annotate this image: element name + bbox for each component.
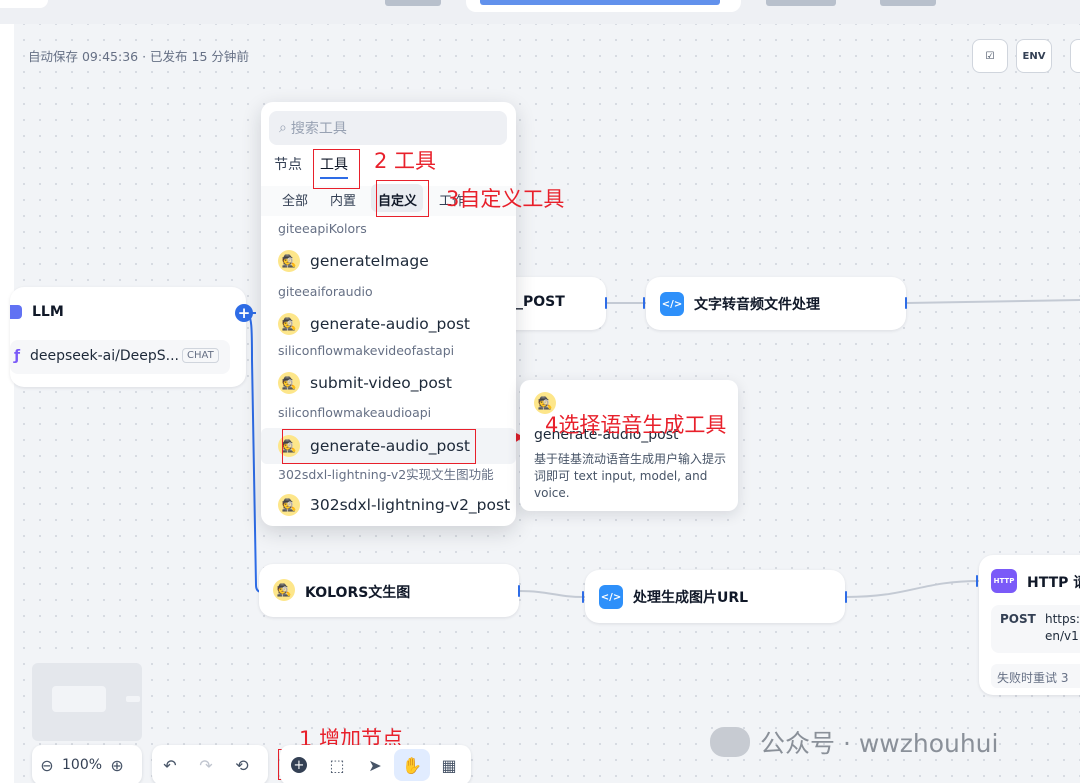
http-url-cont: en/v1 — [1045, 629, 1079, 643]
http-title: HTTP 请 — [1027, 575, 1080, 591]
annotation-box — [313, 149, 360, 189]
zoom-in-icon[interactable]: ⊕ — [102, 745, 132, 783]
tab-nodes[interactable]: 节点 — [274, 154, 302, 174]
spy-avatar-icon: 🕵 — [278, 250, 300, 272]
kolors-node[interactable]: 🕵 KOLORS文生图 — [259, 564, 519, 617]
group-label: giteeapiKolors — [278, 221, 367, 236]
tool-search-input[interactable]: ⌕ 搜索工具 — [269, 111, 507, 145]
spy-avatar-icon: 🕵 — [278, 494, 300, 516]
pointer-icon[interactable]: ➤ — [356, 745, 394, 783]
group-label: 302sdxl-lightning-v2实现文生图功能 — [278, 467, 494, 482]
wechat-icon — [710, 727, 750, 757]
history-control: ↶ ↷ ⟲ — [152, 745, 268, 783]
image-url-title: 处理生成图片URL — [633, 590, 749, 606]
input-port[interactable] — [976, 575, 978, 587]
tool-name: 302sdxl-lightning-v2_post — [310, 496, 511, 514]
tool-tooltip: 🕵 generate-audio_post 基于硅基流动语音生成用户输入提示词即… — [520, 380, 738, 511]
kolors-title: KOLORS文生图 — [305, 585, 411, 601]
add-note-icon[interactable]: ⬚ — [318, 745, 356, 783]
tool-item[interactable]: 🕵 302sdxl-lightning-v2_post — [261, 487, 516, 523]
canvas-tools: + ⬚ ➤ ✋ ▦ — [280, 745, 471, 783]
llm-model-name: deepseek-ai/DeepS... — [30, 348, 179, 364]
input-port[interactable] — [582, 591, 584, 603]
spy-avatar-icon: 🕵 — [278, 313, 300, 335]
redo-icon[interactable]: ↷ — [188, 745, 224, 783]
annotation-3: 3自定义工具 — [446, 187, 565, 211]
http-method: POST — [1000, 612, 1036, 626]
group-label: giteeaiforaudio — [278, 284, 373, 299]
output-port[interactable] — [518, 585, 520, 597]
zoom-out-icon[interactable]: ⊖ — [32, 745, 62, 783]
add-node-plus-icon[interactable]: + — [235, 304, 253, 322]
chip-builtin[interactable]: 内置 — [330, 190, 356, 209]
audio-post-title: _POST — [516, 294, 565, 310]
http-url: https: — [1045, 612, 1080, 626]
input-port[interactable] — [643, 297, 645, 309]
code-icon: </> — [660, 292, 684, 316]
output-port[interactable] — [605, 297, 607, 309]
retry-box: 失败时重试 3 — [991, 664, 1080, 688]
history-icon[interactable]: ⟲ — [224, 745, 260, 783]
llm-model-box[interactable]: ƒ deepseek-ai/DeepS... CHAT — [10, 340, 230, 374]
tts-title: 文字转音频文件处理 — [694, 297, 820, 313]
tool-name: submit-video_post — [310, 374, 452, 392]
undo-icon[interactable]: ↶ — [152, 745, 188, 783]
chip-all[interactable]: 全部 — [282, 190, 308, 209]
zoom-level: 100% — [62, 757, 103, 773]
annotation-2: 2 工具 — [374, 149, 437, 173]
retry-text: 失败时重试 3 — [997, 671, 1069, 685]
spy-avatar-icon: 🕵 — [278, 372, 300, 394]
llm-icon — [10, 305, 22, 319]
output-port[interactable] — [905, 297, 907, 309]
group-label: siliconflowmakevideofastapi — [278, 343, 455, 358]
auto-layout-icon[interactable]: ▦ — [430, 745, 468, 783]
watermark-text: 公众号 · wwzhouhui — [760, 729, 999, 758]
code-icon: </> — [599, 585, 623, 609]
tool-item[interactable]: 🕵 generate-audio_post — [261, 306, 516, 342]
zoom-control: ⊖ 100% ⊕ — [32, 745, 142, 783]
group-label: siliconflowmakeaudioapi — [278, 405, 432, 420]
model-icon: ƒ — [14, 348, 21, 364]
search-icon: ⌕ — [279, 120, 287, 136]
annotation-box — [376, 180, 429, 217]
llm-title: LLM — [32, 304, 64, 320]
chat-badge: CHAT — [182, 348, 219, 363]
annotation-box — [282, 429, 476, 464]
tool-name: generate-audio_post — [310, 315, 470, 333]
http-request-box[interactable]: POST https: en/v1 — [991, 605, 1080, 653]
llm-node[interactable]: LLM ƒ deepseek-ai/DeepS... CHAT — [10, 287, 246, 387]
tts-node[interactable]: </> 文字转音频文件处理 — [646, 277, 906, 330]
tool-item[interactable]: 🕵 submit-video_post — [261, 365, 516, 401]
image-url-node[interactable]: </> 处理生成图片URL — [585, 570, 845, 623]
http-node[interactable]: HTTP HTTP 请 POST https: en/v1 失败时重试 3 — [979, 555, 1080, 695]
minimap[interactable] — [32, 663, 142, 741]
search-placeholder: 搜索工具 — [290, 121, 347, 137]
output-port[interactable] — [845, 591, 847, 603]
http-icon: HTTP — [991, 569, 1017, 593]
annotation-4: 4选择语音生成工具 — [545, 413, 727, 437]
add-node-icon[interactable]: + — [280, 745, 318, 783]
tool-item[interactable]: 🕵 generateImage — [261, 243, 516, 279]
watermark: 公众号 · wwzhouhui — [710, 724, 998, 760]
hand-icon[interactable]: ✋ — [394, 749, 430, 781]
tool-name: generateImage — [310, 252, 429, 270]
spy-avatar-icon: 🕵 — [273, 579, 295, 601]
tooltip-desc: 基于硅基流动语音生成用户输入提示词即可 text input, model, a… — [534, 452, 727, 500]
